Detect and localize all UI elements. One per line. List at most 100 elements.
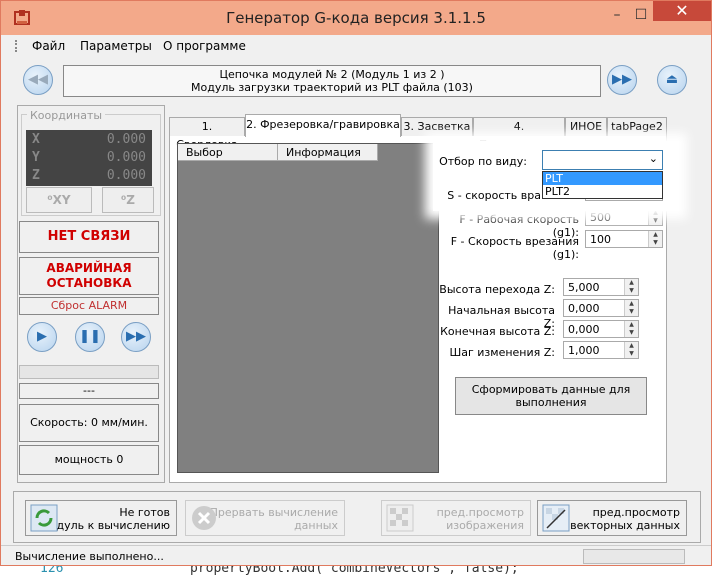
- chevron-down-icon[interactable]: ⌄: [649, 152, 658, 165]
- zero-xy-button[interactable]: ⁰XY: [26, 187, 92, 213]
- fast-forward-icon: ▶▶: [126, 329, 146, 344]
- abort-calculation-button[interactable]: Прервать вычисление данных: [185, 500, 345, 536]
- fast-forward-icon: ▶▶: [612, 72, 632, 87]
- status-dashes: ---: [19, 383, 159, 399]
- coords-group-title: Координаты: [27, 109, 106, 122]
- plunge-speed-label: F - Скорость врезания (g1):: [450, 235, 579, 261]
- eject-icon: ⏏: [665, 72, 679, 87]
- start-z-value: 0,000: [568, 302, 600, 315]
- checkerboard-image-icon: [386, 504, 414, 532]
- emergency-line-2: ОСТАНОВКА: [46, 276, 132, 290]
- plunge-speed-input[interactable]: 100 ▲ ▼: [585, 230, 663, 248]
- transition-z-value: 5,000: [568, 281, 600, 294]
- cancel-icon: [192, 506, 216, 530]
- generate-line-2: выполнения: [515, 396, 587, 409]
- work-speed-value: 500: [590, 211, 611, 224]
- no-connection-indicator: НЕТ СВЯЗИ: [19, 221, 159, 253]
- transition-z-label: Высота перехода Z:: [439, 283, 555, 296]
- axis-label-y: Y: [32, 150, 40, 165]
- coord-z: Z 0.000: [26, 166, 152, 186]
- filter-dropdown-list[interactable]: PLT PLT2: [542, 171, 663, 199]
- spinner-arrows-icon[interactable]: ▲ ▼: [624, 321, 638, 337]
- pause-button[interactable]: ❚❚: [75, 322, 105, 352]
- vector-preview-icon: [542, 504, 570, 532]
- status-progress-bar: [583, 549, 685, 564]
- play-button[interactable]: ▶: [27, 322, 57, 352]
- module-chain-line: Цепочка модулей № 2 (Модуль 1 из 2 ): [219, 68, 445, 81]
- start-z-input[interactable]: 0,000 ▲ ▼: [563, 299, 639, 317]
- minimize-button[interactable]: –: [605, 7, 629, 25]
- tab-drilling[interactable]: 1. Сверловка: [169, 117, 245, 151]
- coord-z-value: 0.000: [106, 168, 146, 183]
- filter-combobox[interactable]: ⌄: [542, 150, 663, 170]
- main-window: Генератор G-кода версия 3.1.1.5 – ☐ ✕ Фа…: [0, 0, 712, 566]
- end-z-value: 0,000: [568, 323, 600, 336]
- axis-label-z: Z: [32, 168, 40, 183]
- menu-bar: Файл Параметры О программе: [1, 35, 711, 57]
- tab-exposure[interactable]: 3. Засветка: [401, 117, 473, 136]
- tab-milling[interactable]: 2. Фрезеровка/гравировка: [245, 114, 401, 137]
- refresh-icon: [30, 504, 58, 532]
- generate-data-button[interactable]: Сформировать данные для выполнения: [455, 377, 647, 415]
- fast-forward-run-button[interactable]: ▶▶: [121, 322, 151, 352]
- module-chain-panel: Цепочка модулей № 2 (Модуль 1 из 2 ) Мод…: [63, 65, 601, 97]
- coord-x-value: 0.000: [106, 132, 146, 147]
- tab-other[interactable]: ИНОЕ: [565, 117, 607, 136]
- emergency-line-1: АВАРИЙНАЯ: [46, 261, 132, 275]
- coord-y-value: 0.000: [106, 150, 146, 165]
- step-z-label: Шаг изменения Z:: [449, 346, 556, 359]
- power-display: мощность 0: [19, 445, 159, 475]
- title-bar[interactable]: Генератор G-кода версия 3.1.1.5 – ☐ ✕: [1, 1, 711, 35]
- filter-option-plt2[interactable]: PLT2: [543, 185, 662, 198]
- status-bar: Вычисление выполнено...: [1, 545, 711, 566]
- previous-module-button[interactable]: ◀◀: [23, 65, 53, 95]
- not-ready-button[interactable]: Не готов модуль к вычислению: [25, 500, 177, 536]
- eject-button[interactable]: ⏏: [657, 65, 687, 95]
- menu-parameters[interactable]: Параметры: [80, 39, 152, 53]
- speed-display: Скорость: 0 мм/мин.: [19, 404, 159, 442]
- module-description-line: Модуль загрузки траекторий из PLT файла …: [191, 81, 473, 94]
- status-text: Вычисление выполнено...: [15, 550, 164, 563]
- step-z-value: 1,000: [568, 344, 600, 357]
- zero-z-button[interactable]: ⁰Z: [102, 187, 154, 213]
- spinner-arrows-icon[interactable]: ▲ ▼: [648, 209, 662, 225]
- maximize-button[interactable]: ☐: [629, 7, 653, 25]
- tab-connection[interactable]: 4. Подключение: [473, 117, 565, 151]
- spinner-arrows-icon[interactable]: ▲ ▼: [624, 300, 638, 316]
- pause-icon: ❚❚: [79, 329, 101, 344]
- coord-x: X 0.000: [26, 130, 152, 150]
- zero-z-label: Z: [126, 193, 135, 207]
- plunge-speed-value: 100: [590, 233, 611, 246]
- preview-vector-button[interactable]: пред.просмотр векторных данных: [537, 500, 687, 536]
- progress-bar: [19, 365, 159, 379]
- end-z-label: Конечная высота Z:: [440, 325, 555, 338]
- spinner-arrows-icon[interactable]: ▲ ▼: [624, 342, 638, 358]
- filter-option-plt[interactable]: PLT: [543, 172, 662, 185]
- rewind-icon: ◀◀: [28, 72, 48, 87]
- background-code-strip: 126 propertyBool.Add("combineVectors", f…: [0, 561, 712, 579]
- play-icon: ▶: [37, 329, 47, 344]
- trajectory-grid[interactable]: [177, 143, 439, 473]
- reset-alarm-button[interactable]: Сброс ALARM: [19, 297, 159, 315]
- filter-label: Отбор по виду:: [439, 155, 527, 168]
- step-z-input[interactable]: 1,000 ▲ ▼: [563, 341, 639, 359]
- next-module-button[interactable]: ▶▶: [607, 65, 637, 95]
- grid-header-info[interactable]: Информация: [278, 144, 378, 161]
- axis-label-x: X: [32, 132, 40, 147]
- cut-speed-label: S - скорость вра: [447, 189, 541, 202]
- zero-xy-label: XY: [52, 193, 71, 207]
- grid-header-select[interactable]: Выбор: [178, 144, 278, 161]
- coord-y: Y 0.000: [26, 148, 152, 168]
- spinner-arrows-icon[interactable]: ▲ ▼: [624, 279, 638, 295]
- preview-image-button[interactable]: пред.просмотр изображения: [381, 500, 531, 536]
- menu-file[interactable]: Файл: [32, 39, 65, 53]
- spinner-arrows-icon[interactable]: ▲ ▼: [648, 231, 662, 247]
- tab-page2[interactable]: tabPage2: [607, 117, 667, 136]
- transition-z-input[interactable]: 5,000 ▲ ▼: [563, 278, 639, 296]
- generate-line-1: Сформировать данные для: [471, 383, 631, 396]
- end-z-input[interactable]: 0,000 ▲ ▼: [563, 320, 639, 338]
- menu-about[interactable]: О программе: [163, 39, 246, 53]
- close-button[interactable]: ✕: [653, 1, 711, 21]
- menu-grip-icon: [15, 40, 19, 52]
- emergency-stop-button[interactable]: АВАРИЙНАЯ ОСТАНОВКА: [19, 257, 159, 295]
